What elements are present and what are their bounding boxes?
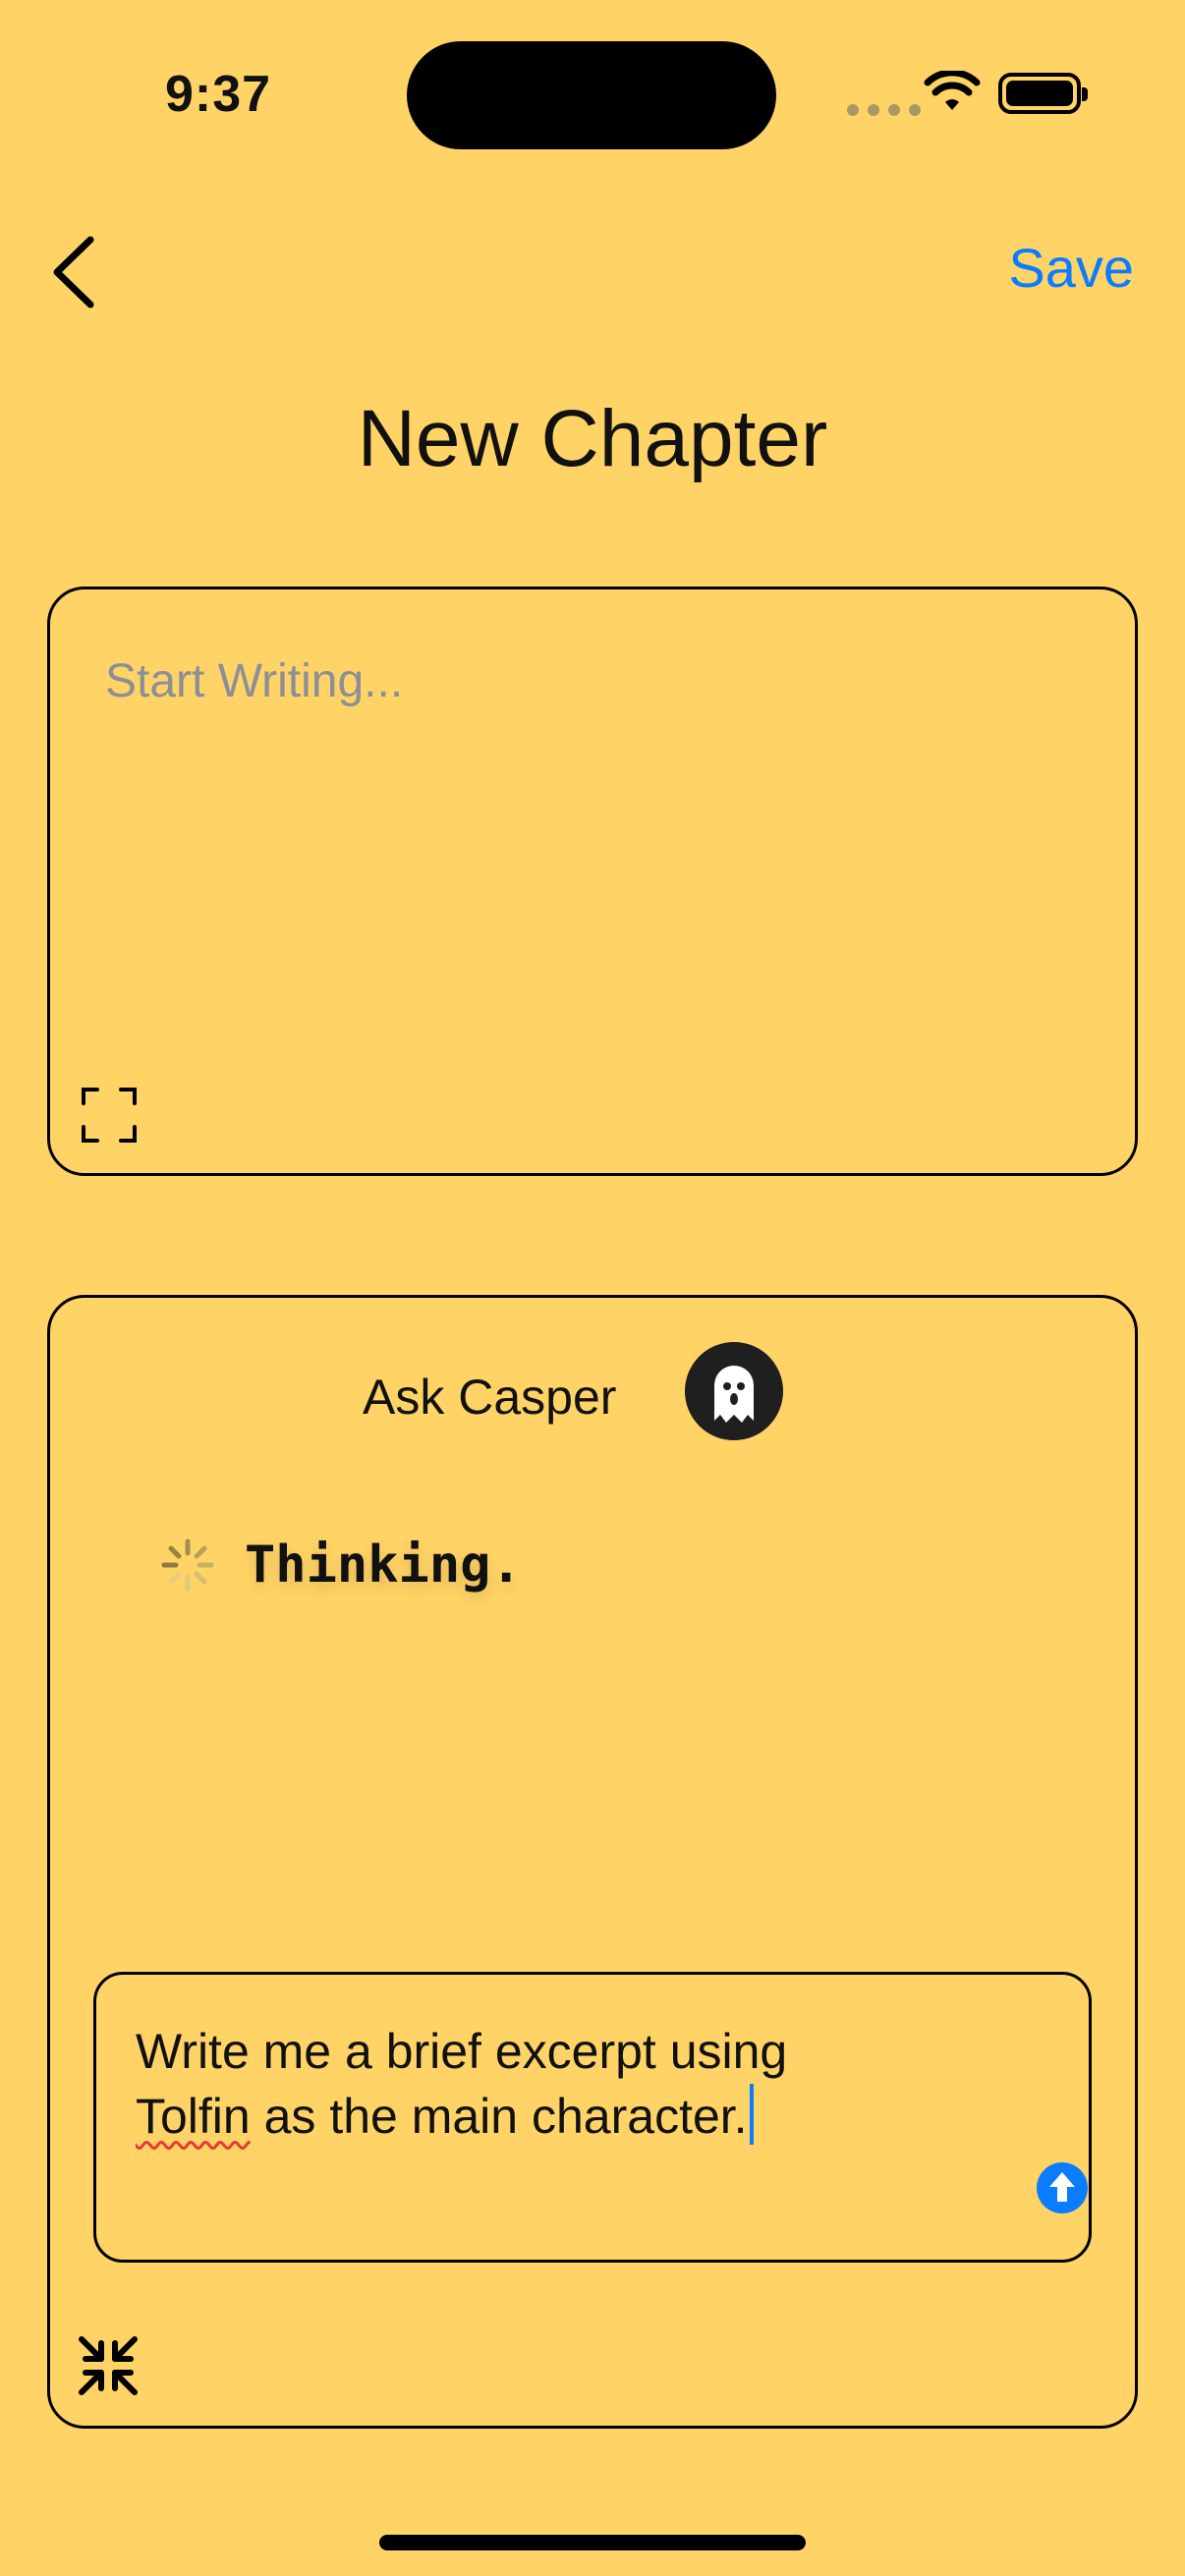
chapter-editor[interactable]: Start Writing... — [47, 587, 1138, 1176]
ask-casper-panel: Ask Casper Thinking. Write me a brief ex… — [47, 1295, 1138, 2429]
send-arrow-up-icon[interactable] — [1036, 2161, 1089, 2214]
home-indicator[interactable] — [379, 2535, 806, 2550]
thinking-indicator: Thinking. — [158, 1536, 522, 1595]
misspelled-word: Tolfin — [136, 2089, 251, 2144]
editor-placeholder: Start Writing... — [105, 655, 404, 707]
battery-icon — [998, 73, 1088, 114]
casper-prompt-input[interactable]: Write me a brief excerpt using Tolfin as… — [93, 1972, 1092, 2263]
save-button[interactable]: Save — [1008, 236, 1134, 300]
page-title: New Chapter — [357, 394, 828, 483]
dynamic-island — [407, 41, 776, 149]
expand-fullscreen-icon[interactable] — [80, 1086, 139, 1145]
back-chevron-icon[interactable] — [47, 234, 102, 310]
cellular-signal-icon — [847, 104, 921, 116]
loading-spinner-icon — [161, 1539, 214, 1592]
text-cursor — [749, 2084, 754, 2145]
ask-casper-label: Ask Casper — [363, 1370, 617, 1425]
status-time: 9:37 — [165, 66, 272, 123]
wifi-icon — [924, 71, 981, 110]
collapse-minimize-icon[interactable] — [76, 2333, 141, 2398]
prompt-line-1: Write me a brief excerpt using — [136, 2024, 788, 2079]
thinking-status: Thinking. — [245, 1536, 522, 1595]
casper-ghost-avatar-icon — [685, 1342, 783, 1440]
prompt-text: Write me a brief excerpt using Tolfin as… — [136, 2019, 1020, 2149]
prompt-line-2: as the main character. — [250, 2089, 748, 2144]
